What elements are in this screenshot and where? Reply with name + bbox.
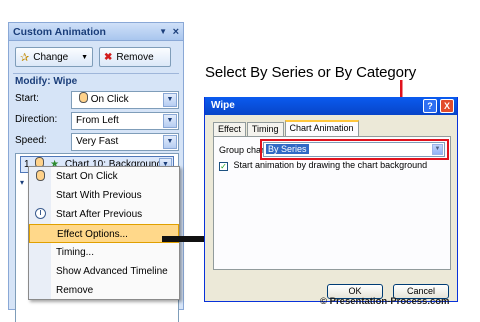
tab-effect[interactable]: Effect [213, 122, 246, 136]
menu-item-remove[interactable]: Remove [29, 281, 179, 300]
start-animation-checkbox-row[interactable]: ✓ Start animation by drawing the chart b… [219, 160, 427, 171]
dialog-tabs: Effect Timing Chart Animation [213, 120, 360, 136]
wipe-dialog: Wipe ? X Effect Timing Chart Animation G… [204, 97, 458, 302]
menu-item-label: Start On Click [56, 171, 118, 182]
instruction-heading: Select By Series or By Category [205, 64, 417, 81]
speed-select-value: Very Fast [76, 136, 119, 147]
menu-item-effect-options[interactable]: Effect Options... [29, 224, 179, 243]
chevron-down-icon: ▼ [81, 53, 88, 61]
menu-item-start-with-previous[interactable]: Start With Previous [29, 186, 179, 205]
menu-item-label: Timing... [56, 247, 94, 258]
remove-button-label: Remove [116, 51, 154, 63]
chevron-down-icon[interactable]: ▼ [163, 93, 177, 107]
star-icon: ✰ [20, 51, 30, 64]
start-label: Start: [15, 93, 39, 104]
copyright-text: © Presentation-Process.com [320, 296, 450, 307]
menu-item-label: Remove [56, 285, 94, 296]
direction-label: Direction: [15, 114, 58, 125]
dialog-title-bar: Wipe ? X [205, 97, 457, 115]
tab-chart-animation[interactable]: Chart Animation [284, 120, 359, 136]
change-button[interactable]: ✰ Change ▼ [15, 47, 93, 67]
start-select-value: On Click [90, 94, 129, 105]
direction-select-value: From Left [76, 115, 119, 126]
dialog-title: Wipe [211, 100, 235, 111]
clock-icon [34, 208, 47, 221]
chart-animation-panel: Group chart: By Series ▼ ✓ Start animati… [213, 136, 451, 270]
help-icon[interactable]: ? [423, 99, 437, 113]
pane-title-bar: Custom Animation ▼ × [9, 23, 183, 41]
chevron-down-icon[interactable]: ▼ [163, 114, 177, 128]
direction-select[interactable]: From Left ▼ [71, 112, 179, 130]
menu-item-label: Start After Previous [56, 209, 143, 220]
remove-x-icon: ✖ [104, 51, 113, 63]
checkbox-label: Start animation by drawing the chart bac… [233, 160, 428, 170]
start-select[interactable]: On Click ▼ [71, 91, 179, 109]
tab-timing[interactable]: Timing [246, 122, 284, 136]
change-button-label: Change [33, 51, 69, 63]
menu-item-show-advanced-timeline[interactable]: Show Advanced Timeline [29, 262, 179, 281]
mouse-icon [34, 170, 47, 183]
menu-item-label: Show Advanced Timeline [56, 266, 168, 277]
menu-item-label: Start With Previous [56, 190, 142, 201]
modify-heading: Modify: Wipe [15, 76, 78, 87]
pane-menu-icon[interactable]: ▼ [159, 23, 167, 41]
chevron-down-icon[interactable]: ▼ [163, 135, 177, 149]
pane-title: Custom Animation [13, 26, 106, 38]
context-menu: Start On Click Start With Previous Start… [28, 166, 180, 300]
speed-select[interactable]: Very Fast ▼ [71, 133, 179, 151]
expand-chevron-icon[interactable]: ▾ [20, 178, 24, 187]
mouse-icon [79, 92, 88, 103]
menu-item-label: Effect Options... [57, 229, 128, 240]
red-highlight-box [260, 139, 449, 160]
pane-divider [13, 73, 179, 74]
pane-close-icon[interactable]: × [173, 23, 179, 41]
menu-item-timing[interactable]: Timing... [29, 243, 179, 262]
checkbox[interactable]: ✓ [219, 162, 228, 171]
close-icon[interactable]: X [440, 99, 454, 113]
remove-button[interactable]: ✖ Remove [99, 47, 171, 67]
menu-item-start-after-previous[interactable]: Start After Previous [29, 205, 179, 224]
menu-item-start-on-click[interactable]: Start On Click [29, 167, 179, 186]
speed-label: Speed: [15, 135, 47, 146]
